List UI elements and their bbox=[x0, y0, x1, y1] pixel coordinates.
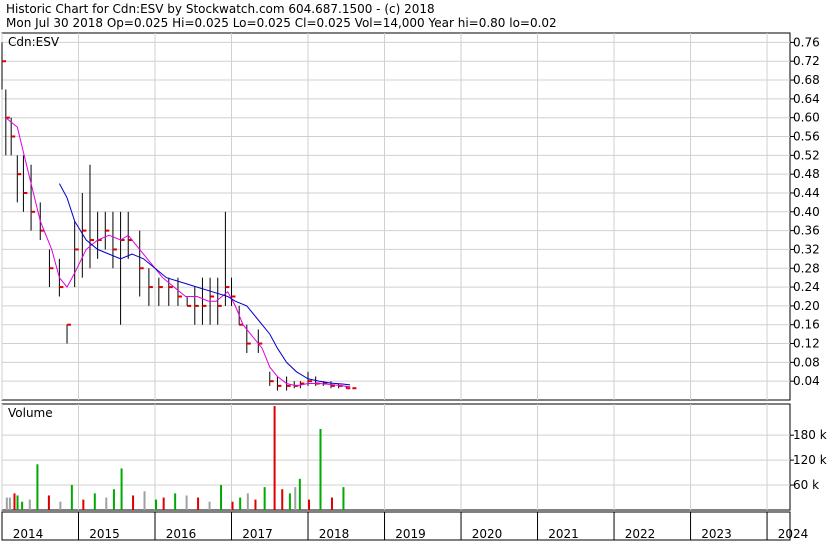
volume-bar bbox=[220, 485, 223, 510]
x-tick-label: 2018 bbox=[319, 527, 350, 541]
volume-bar bbox=[47, 495, 50, 510]
volume-bar bbox=[330, 497, 333, 510]
volume-bar bbox=[5, 497, 8, 510]
volume-bar bbox=[298, 478, 301, 510]
price-y-tick-label: 0.72 bbox=[793, 54, 820, 68]
price-y-tick-label: 0.16 bbox=[793, 318, 820, 332]
price-y-tick-label: 0.08 bbox=[793, 355, 820, 369]
price-y-tick-label: 0.56 bbox=[793, 130, 820, 144]
volume-bar bbox=[288, 493, 291, 510]
volume-bar bbox=[294, 487, 297, 510]
volume-bar bbox=[70, 485, 73, 510]
price-y-tick-label: 0.68 bbox=[793, 73, 820, 87]
volume-bar bbox=[13, 493, 16, 510]
x-tick-label: 2014 bbox=[13, 527, 44, 541]
x-tick-label: 2016 bbox=[166, 527, 197, 541]
price-y-tick-label: 0.32 bbox=[793, 242, 820, 256]
volume-bar bbox=[8, 497, 11, 510]
price-y-tick-label: 0.40 bbox=[793, 205, 820, 219]
x-tick-label: 2017 bbox=[242, 527, 273, 541]
volume-bar bbox=[112, 489, 115, 510]
price-panel-title: Cdn:ESV bbox=[8, 35, 60, 49]
price-y-tick-label: 0.36 bbox=[793, 224, 820, 238]
volume-bar bbox=[185, 495, 188, 510]
volume-bar bbox=[82, 499, 85, 510]
price-y-tick-label: 0.76 bbox=[793, 35, 820, 49]
volume-bar bbox=[231, 501, 234, 510]
volume-panel-title: Volume bbox=[8, 406, 53, 420]
x-tick-label: 2020 bbox=[472, 527, 503, 541]
volume-bar bbox=[16, 495, 19, 510]
price-y-tick-label: 0.52 bbox=[793, 148, 820, 162]
price-y-tick-label: 0.48 bbox=[793, 167, 820, 181]
volume-y-tick-label: 180 k bbox=[793, 428, 827, 442]
volume-bar bbox=[174, 493, 177, 510]
volume-bar bbox=[155, 499, 158, 510]
price-y-tick-label: 0.28 bbox=[793, 261, 820, 275]
price-y-tick-label: 0.60 bbox=[793, 111, 820, 125]
volume-bar bbox=[28, 499, 31, 510]
volume-bar bbox=[308, 499, 311, 510]
stock-chart: 2014 2015 2016 2017 2018 2019 2020 2021 2022 2023… bbox=[1, 32, 827, 541]
price-y-tick-label: 0.04 bbox=[793, 374, 820, 388]
x-tick-label: 2015 bbox=[89, 527, 120, 541]
price-y-tick-label: 0.20 bbox=[793, 299, 820, 313]
volume-bar bbox=[273, 406, 276, 510]
volume-bar bbox=[246, 493, 249, 510]
volume-bar bbox=[342, 487, 345, 510]
volume-bar bbox=[197, 497, 200, 510]
x-tick-label: 2021 bbox=[548, 527, 579, 541]
volume-bar bbox=[36, 464, 39, 510]
volume-bar bbox=[281, 489, 284, 510]
volume-bar bbox=[162, 497, 165, 510]
volume-y-tick-label: 120 k bbox=[793, 453, 827, 467]
price-y-tick-label: 0.12 bbox=[793, 337, 820, 351]
volume-bar bbox=[105, 497, 108, 510]
volume-bar bbox=[21, 501, 24, 510]
volume-bar bbox=[254, 499, 257, 510]
volume-bar bbox=[132, 495, 135, 510]
x-tick-label: 2019 bbox=[395, 527, 426, 541]
price-y-tick-label: 0.24 bbox=[793, 280, 820, 294]
volume-bar bbox=[59, 501, 62, 510]
volume-bar bbox=[263, 487, 266, 510]
x-tick-label: 2023 bbox=[701, 527, 732, 541]
volume-bar bbox=[143, 491, 146, 510]
volume-bar bbox=[120, 468, 123, 510]
x-tick-label: 2024 bbox=[778, 527, 809, 541]
volume-bar bbox=[93, 493, 96, 510]
volume-bar bbox=[319, 428, 322, 510]
volume-y-tick-label: 60 k bbox=[793, 478, 819, 492]
volume-bar bbox=[239, 497, 242, 510]
price-y-tick-label: 0.64 bbox=[793, 92, 820, 106]
volume-panel-frame bbox=[1, 403, 791, 511]
x-tick-label: 2022 bbox=[625, 527, 656, 541]
price-y-tick-label: 0.44 bbox=[793, 186, 820, 200]
volume-bar bbox=[208, 501, 211, 510]
